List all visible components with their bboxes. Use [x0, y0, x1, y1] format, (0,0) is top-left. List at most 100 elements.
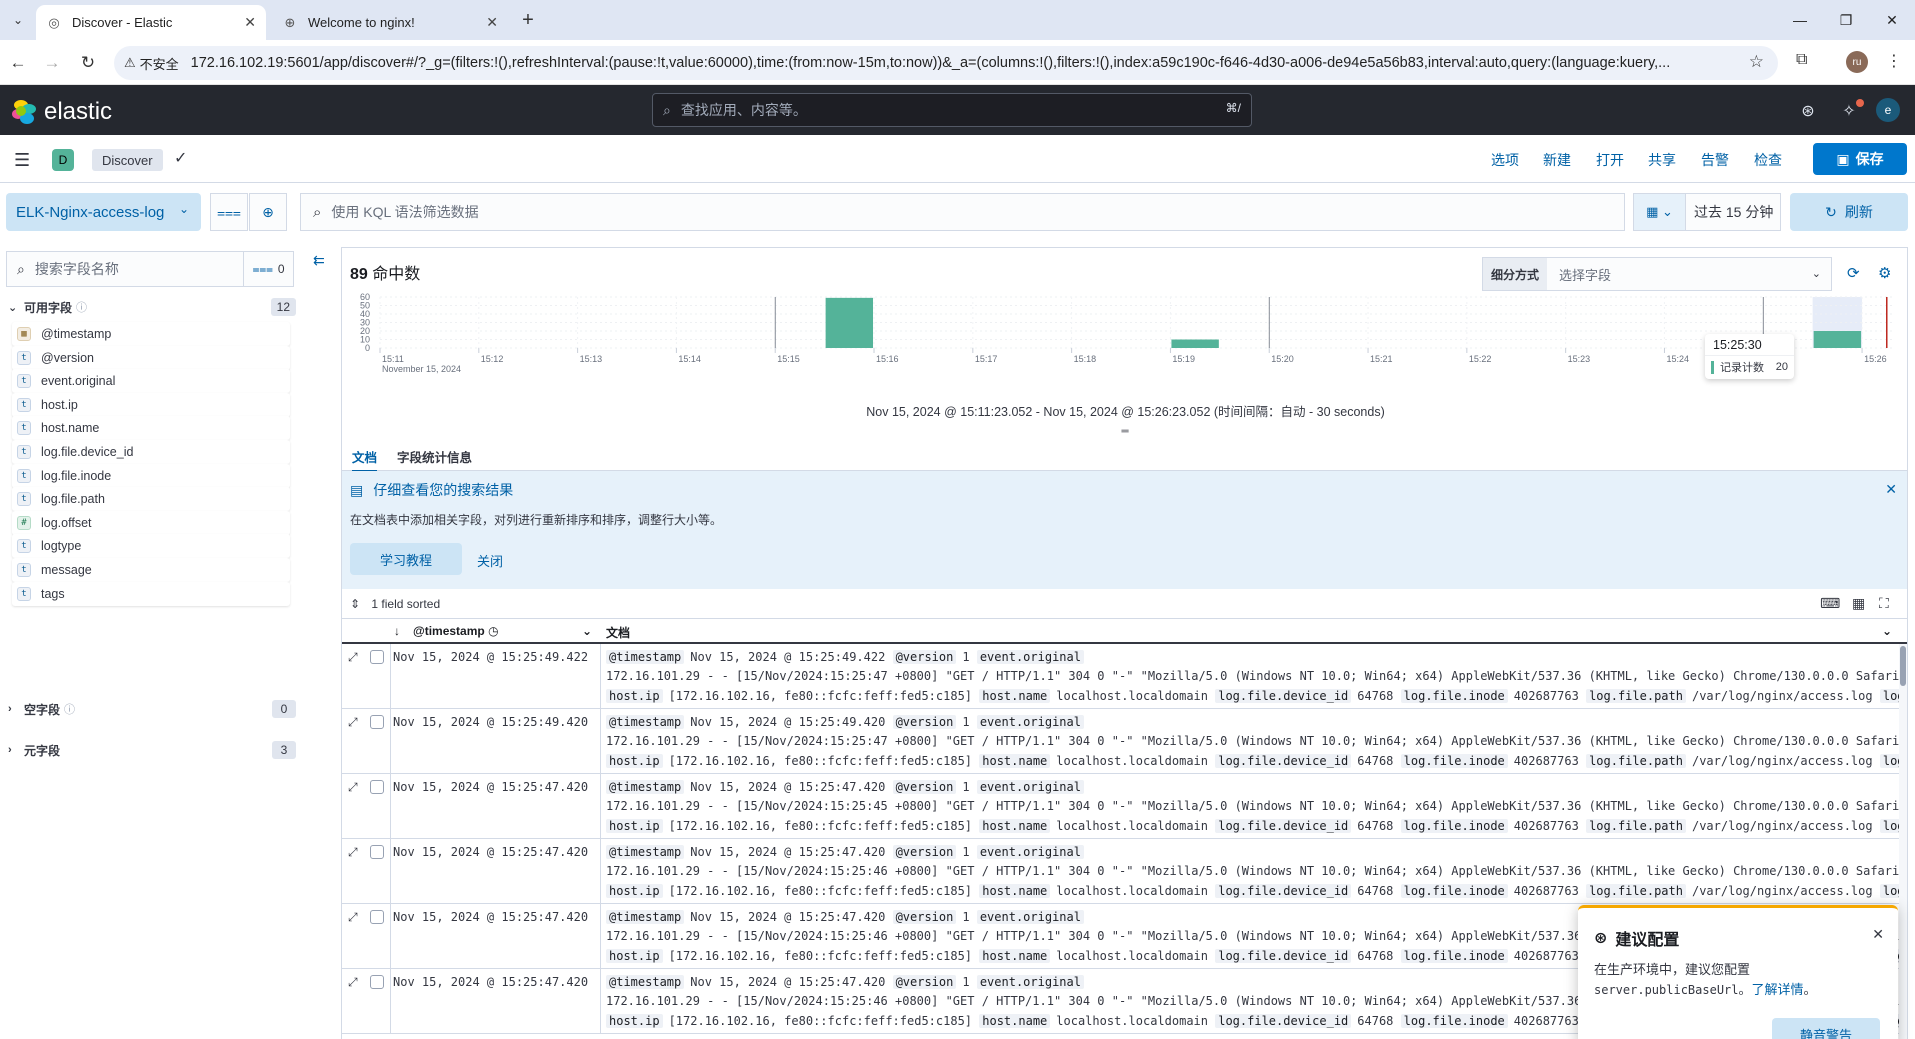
- meta-fields-section[interactable]: › 元字段 3: [8, 738, 296, 762]
- kql-query-input[interactable]: ⌕ 使用 KQL 语法筛选数据: [300, 193, 1625, 231]
- chart-settings-gear-icon[interactable]: ⚙: [1878, 264, 1891, 282]
- back-icon[interactable]: ←: [5, 50, 31, 76]
- options-link[interactable]: 选项: [1491, 150, 1519, 170]
- save-button[interactable]: ▣ 保存: [1813, 143, 1907, 175]
- sort-indicator[interactable]: ⇕ 1 field sorted: [350, 597, 440, 611]
- restore-window-icon[interactable]: ❐: [1823, 6, 1869, 34]
- new-tab-button[interactable]: +: [516, 8, 540, 32]
- field-item[interactable]: t message: [12, 558, 290, 582]
- field-type-filter-button[interactable]: ⩶ 0: [243, 252, 293, 286]
- browser-tab-nginx[interactable]: ⊕ Welcome to nginx! ✕: [272, 5, 508, 40]
- date-picker[interactable]: ▦ ⌄ 过去 15 分钟: [1633, 193, 1781, 231]
- extensions-icon[interactable]: ⧉: [1796, 51, 1807, 69]
- profile-avatar[interactable]: ru: [1846, 51, 1868, 73]
- field-item[interactable]: t event.original: [12, 369, 290, 394]
- breadcrumb-discover[interactable]: Discover: [92, 149, 163, 171]
- learn-more-link[interactable]: 了解详情: [1752, 982, 1804, 997]
- minimize-window-icon[interactable]: —: [1777, 6, 1823, 34]
- field-item[interactable]: t tags: [12, 581, 290, 606]
- expand-row-icon[interactable]: ⤢: [348, 910, 358, 925]
- mute-warning-button[interactable]: 静音警告: [1772, 1018, 1880, 1039]
- empty-fields-section[interactable]: › 空字段 ⓘ 0: [8, 697, 296, 721]
- field-item[interactable]: ▦ @timestamp: [12, 322, 290, 346]
- open-link[interactable]: 打开: [1596, 150, 1624, 170]
- column-divider: [600, 839, 601, 904]
- table-row[interactable]: ⤢ Nov 15, 2024 @ 15:25:47.420 @timestamp No…: [342, 839, 1899, 904]
- column-actions-chevron-icon[interactable]: ⌄: [582, 624, 592, 638]
- new-link[interactable]: 新建: [1543, 150, 1571, 170]
- global-search-input[interactable]: ⌕ 查找应用、内容等。 ⌘/: [652, 93, 1252, 127]
- row-select-checkbox[interactable]: [370, 910, 384, 924]
- field-item[interactable]: t logtype: [12, 534, 290, 559]
- browser-menu-icon[interactable]: ⋮: [1886, 51, 1902, 71]
- field-item[interactable]: t host.name: [12, 416, 290, 441]
- user-avatar[interactable]: e: [1876, 98, 1900, 122]
- tab-field-statistics[interactable]: 字段统计信息: [397, 447, 472, 466]
- available-fields-section[interactable]: ⌄ 可用字段 ⓘ 12: [8, 295, 296, 319]
- close-icon[interactable]: ✕: [1872, 926, 1884, 943]
- table-row[interactable]: ⤢ Nov 15, 2024 @ 15:25:47.420 @timestamp No…: [342, 774, 1899, 839]
- collapse-sidebar-icon[interactable]: ⇇: [313, 252, 325, 269]
- close-tab-icon[interactable]: ✕: [486, 14, 498, 31]
- reload-icon[interactable]: ↻: [75, 50, 101, 76]
- share-link[interactable]: 共享: [1648, 150, 1676, 170]
- inspect-link[interactable]: 检查: [1754, 150, 1782, 170]
- calendar-icon[interactable]: ▦ ⌄: [1634, 194, 1686, 230]
- tab-search-icon[interactable]: ⌄: [6, 8, 30, 32]
- dismiss-callout-link[interactable]: 关闭: [477, 551, 503, 570]
- close-tab-icon[interactable]: ✕: [244, 14, 256, 31]
- url-text[interactable]: 172.16.102.19:5601/app/discover#/?_g=(fi…: [191, 55, 1731, 71]
- url-field[interactable]: ⚠ 不安全 172.16.102.19:5601/app/discover#/?…: [114, 46, 1778, 80]
- row-select-checkbox[interactable]: [370, 975, 384, 989]
- grid-scrollbar-thumb[interactable]: [1900, 646, 1906, 686]
- column-divider: [600, 644, 601, 709]
- data-view-picker[interactable]: ELK-Nginx-access-log ⌄: [6, 193, 201, 231]
- field-item[interactable]: t log.file.inode: [12, 463, 290, 488]
- table-row[interactable]: ⤢ Nov 15, 2024 @ 15:25:49.420 @timestamp No…: [342, 709, 1899, 774]
- close-window-icon[interactable]: ✕: [1869, 6, 1915, 34]
- expand-row-icon[interactable]: ⤢: [348, 975, 358, 990]
- browser-tab-discover[interactable]: ◎ Discover - Elastic ✕: [36, 5, 266, 40]
- field-search-input[interactable]: ⌕ 搜索字段名称 ⩶ 0: [6, 251, 294, 287]
- grid-scrollbar[interactable]: [1899, 644, 1907, 1039]
- breakdown-field-select[interactable]: 细分方式 选择字段 ⌄: [1482, 257, 1832, 291]
- row-select-checkbox[interactable]: [370, 780, 384, 794]
- row-select-checkbox[interactable]: [370, 845, 384, 859]
- expand-row-icon[interactable]: ⤢: [348, 715, 358, 730]
- add-filter-button[interactable]: ⊕: [249, 193, 287, 231]
- field-item[interactable]: t @version: [12, 345, 290, 370]
- space-avatar[interactable]: D: [52, 149, 74, 171]
- expand-row-icon[interactable]: ⤢: [348, 650, 358, 665]
- document-column-header[interactable]: 文档: [606, 624, 630, 641]
- field-item[interactable]: # log.offset: [12, 510, 290, 535]
- tab-documents[interactable]: 文档: [352, 447, 378, 472]
- take-tour-button[interactable]: 学习教程: [350, 543, 462, 575]
- edit-visualization-icon[interactable]: ⟳: [1847, 264, 1860, 282]
- elastic-logo[interactable]: elastic: [12, 98, 112, 126]
- field-item[interactable]: t host.ip: [12, 392, 290, 417]
- help-icon[interactable]: ⊛: [1797, 100, 1819, 122]
- filter-menu-button[interactable]: ⩶: [210, 193, 248, 231]
- alerts-link[interactable]: 告警: [1701, 150, 1729, 170]
- close-icon[interactable]: ✕: [1885, 481, 1897, 498]
- field-name: @version: [41, 350, 94, 365]
- row-document: @timestamp Nov 15, 2024 @ 15:25:49.422 @v…: [606, 648, 1899, 706]
- resize-handle-icon[interactable]: ═: [1118, 426, 1132, 437]
- refresh-button[interactable]: ↻ 刷新: [1790, 193, 1908, 231]
- expand-row-icon[interactable]: ⤢: [348, 780, 358, 795]
- row-select-checkbox[interactable]: [370, 650, 384, 664]
- column-actions-chevron-icon[interactable]: ⌄: [1882, 624, 1892, 638]
- menu-icon[interactable]: ☰: [14, 150, 30, 171]
- forward-icon[interactable]: →: [39, 50, 65, 76]
- timestamp-column-header[interactable]: @timestamp ◷: [413, 624, 499, 638]
- fullscreen-icon[interactable]: ⛶: [1879, 595, 1889, 612]
- field-item[interactable]: t log.file.device_id: [12, 440, 290, 464]
- expand-row-icon[interactable]: ⤢: [348, 845, 358, 860]
- table-row[interactable]: ⤢ Nov 15, 2024 @ 15:25:49.422 @timestamp No…: [342, 644, 1899, 709]
- row-select-checkbox[interactable]: [370, 715, 384, 729]
- bookmark-star-icon[interactable]: ☆: [1749, 52, 1764, 72]
- sort-desc-icon[interactable]: ↓: [394, 624, 400, 638]
- keyboard-shortcuts-icon[interactable]: ⌨: [1820, 595, 1840, 612]
- field-item[interactable]: t log.file.path: [12, 487, 290, 512]
- display-options-icon[interactable]: ▦: [1852, 595, 1865, 612]
